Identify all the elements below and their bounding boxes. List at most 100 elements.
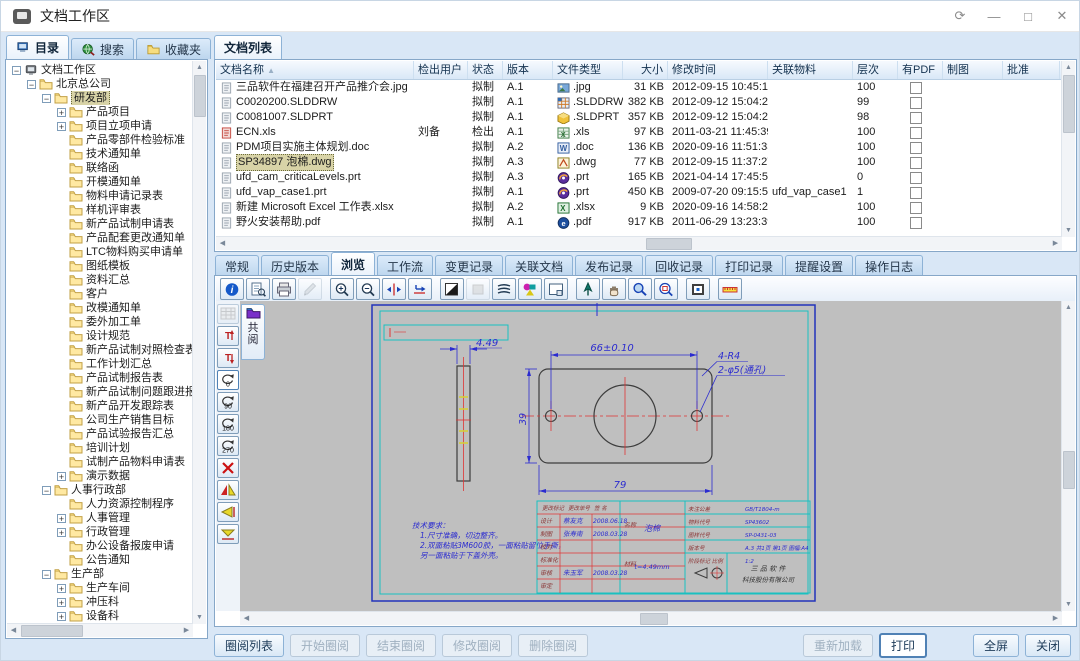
scroll-down-icon[interactable]: ▼	[1062, 598, 1075, 611]
detail-tab[interactable]: 关联文档	[505, 255, 573, 276]
tree-item[interactable]: 培训计划	[7, 441, 193, 455]
scroll-up-icon[interactable]: ▲	[1062, 61, 1075, 74]
tree-item[interactable]: +行政管理	[7, 525, 193, 539]
rotate-90-icon[interactable]: 90	[217, 392, 239, 412]
tab-directory[interactable]: 目录	[6, 35, 69, 59]
expand-icon[interactable]: +	[57, 514, 66, 523]
table-vertical-scrollbar[interactable]: ▲ ▼	[1061, 61, 1075, 237]
scroll-up-icon[interactable]: ▲	[1062, 301, 1075, 314]
scroll-down-icon[interactable]: ▼	[193, 611, 206, 624]
tree-item[interactable]: +生产车间	[7, 581, 193, 595]
column-header[interactable]: 文件类型	[553, 61, 623, 79]
scroll-right-icon[interactable]: ▶	[180, 624, 193, 637]
detail-tab[interactable]: 变更记录	[435, 255, 503, 276]
detail-tab[interactable]: 回收记录	[645, 255, 713, 276]
tree-item[interactable]: +设备科	[7, 609, 193, 623]
contrast-icon[interactable]	[440, 278, 464, 300]
shared-review-tab[interactable]: 共阅	[241, 304, 265, 360]
tree-item[interactable]: 新产品试制对照检查表	[7, 343, 193, 357]
tree-item[interactable]: 公告通知	[7, 553, 193, 567]
table-row[interactable]: ufd_cam_criticaLevels.prt拟制A.3.prt165 KB…	[216, 170, 1062, 185]
window-maximize-button[interactable]: □	[1011, 1, 1045, 31]
flip-text-up-icon[interactable]: T	[217, 326, 239, 346]
table-row[interactable]: C0081007.SLDPRT拟制A.1.SLDPRT357 KB2012-09…	[216, 110, 1062, 125]
detail-tab[interactable]: 打印记录	[715, 255, 783, 276]
button-打印[interactable]: 打印	[879, 633, 927, 658]
zoom-select-icon[interactable]	[654, 278, 678, 300]
tree-item[interactable]: 委外加工单	[7, 315, 193, 329]
scroll-up-icon[interactable]: ▲	[193, 61, 206, 74]
zoom-rect-icon[interactable]	[628, 278, 652, 300]
pan-up-icon[interactable]	[576, 278, 600, 300]
table-row[interactable]: PDM项目实施主体规划.doc拟制A.2W.doc136 KB2020-09-1…	[216, 140, 1062, 155]
table-row[interactable]: C0020200.SLDDRW拟制A.1.SLDDRW382 KB2012-09…	[216, 95, 1062, 110]
column-header[interactable]: 状态	[468, 61, 503, 79]
tree-item[interactable]: +人事管理	[7, 511, 193, 525]
cell-document-name[interactable]: ufd_cam_criticaLevels.prt	[216, 170, 414, 185]
column-header[interactable]: 关联物料	[768, 61, 853, 79]
tab-favorites[interactable]: 收藏夹	[136, 38, 211, 59]
window-close-button[interactable]: ✕	[1045, 1, 1079, 31]
scroll-left-icon[interactable]: ◀	[216, 237, 229, 250]
column-header[interactable]: 层次	[853, 61, 898, 79]
cell-document-name[interactable]: PDM项目实施主体规划.doc	[216, 140, 414, 155]
expand-icon[interactable]: +	[57, 584, 66, 593]
detail-tab[interactable]: 提醒设置	[785, 255, 853, 276]
tree-item[interactable]: −生产部	[7, 567, 193, 581]
cell-document-name[interactable]: C0081007.SLDPRT	[216, 110, 414, 125]
tree-vertical-scrollbar[interactable]: ▲ ▼	[192, 61, 206, 624]
detail-tab[interactable]: 常规	[215, 255, 259, 276]
zoom-in-icon[interactable]	[330, 278, 354, 300]
tree-item[interactable]: 产品试验报告汇总	[7, 427, 193, 441]
detail-tab[interactable]: 发布记录	[575, 255, 643, 276]
column-header[interactable]: 检出用户	[414, 61, 468, 79]
column-header[interactable]: 修改时间	[668, 61, 768, 79]
collapse-icon[interactable]: −	[27, 80, 36, 89]
flip-left-icon[interactable]	[217, 502, 239, 522]
mirror-horizontal-icon[interactable]	[217, 480, 239, 500]
cell-document-name[interactable]: 三品软件在福建召开产品推介会.jpg	[216, 80, 414, 95]
button-关闭[interactable]: 关闭	[1025, 634, 1071, 657]
button-全屏[interactable]: 全屏	[973, 634, 1019, 657]
flip-down-icon[interactable]	[217, 524, 239, 544]
scroll-left-icon[interactable]: ◀	[7, 624, 20, 637]
rotate-270-icon[interactable]: 270	[217, 436, 239, 456]
hand-icon[interactable]	[602, 278, 626, 300]
window-minimize-button[interactable]: —	[977, 1, 1011, 31]
table-row[interactable]: ECN.xls刘备检出A.1X.xls97 KB2011-03-21 11:45…	[216, 125, 1062, 140]
tree-horizontal-scrollbar[interactable]: ◀ ▶	[7, 623, 193, 637]
table-row[interactable]: 新建 Microsoft Excel 工作表.xlsx拟制A.2X.xlsx9 …	[216, 200, 1062, 215]
tree-item[interactable]: −研发部	[7, 91, 193, 105]
tree-item[interactable]: −北京总公司	[7, 77, 193, 91]
scroll-right-icon[interactable]: ▶	[1049, 612, 1062, 625]
fit-page-icon[interactable]	[408, 278, 432, 300]
tree-item[interactable]: 图纸模板	[7, 259, 193, 273]
tree-item[interactable]: 公司生产销售目标	[7, 413, 193, 427]
expand-icon[interactable]: +	[57, 612, 66, 621]
collapse-icon[interactable]: −	[12, 66, 21, 75]
column-header[interactable]: 版本	[503, 61, 553, 79]
tree-item[interactable]: +产品项目	[7, 105, 193, 119]
expand-icon[interactable]: +	[57, 108, 66, 117]
detail-tab[interactable]: 工作流	[377, 255, 433, 276]
info-icon[interactable]: i	[220, 278, 244, 300]
expand-icon[interactable]: +	[57, 598, 66, 607]
table-horizontal-scrollbar[interactable]: ◀ ▶	[216, 236, 1062, 250]
column-header[interactable]: 批准	[1003, 61, 1060, 79]
canvas-vertical-scrollbar[interactable]: ▲ ▼	[1061, 301, 1075, 611]
tree-item[interactable]: 开模通知单	[7, 175, 193, 189]
tree-item[interactable]: 产品配套更改通知单	[7, 231, 193, 245]
expand-icon[interactable]: +	[57, 122, 66, 131]
tree-item[interactable]: 技术通知单	[7, 147, 193, 161]
expand-icon[interactable]: +	[57, 472, 66, 481]
tab-search[interactable]: 搜索	[71, 38, 134, 59]
cell-document-name[interactable]: 野火安装帮助.pdf	[216, 215, 414, 230]
table-row[interactable]: ufd_vap_case1.prt拟制A.1.prt450 KB2009-07-…	[216, 185, 1062, 200]
detail-tab[interactable]: 操作日志	[855, 255, 923, 276]
tree-item[interactable]: 工作计划汇总	[7, 357, 193, 371]
table-row[interactable]: 三品软件在福建召开产品推介会.jpg拟制A.1.jpg31 KB2012-09-…	[216, 80, 1062, 95]
tree-item[interactable]: 样机评审表	[7, 203, 193, 217]
cell-document-name[interactable]: 新建 Microsoft Excel 工作表.xlsx	[216, 200, 414, 215]
cell-document-name[interactable]: SP34897 泡棉.dwg	[216, 154, 414, 171]
table-row[interactable]: SP34897 泡棉.dwg拟制A.3.dwg77 KB2012-09-15 1…	[216, 155, 1062, 170]
